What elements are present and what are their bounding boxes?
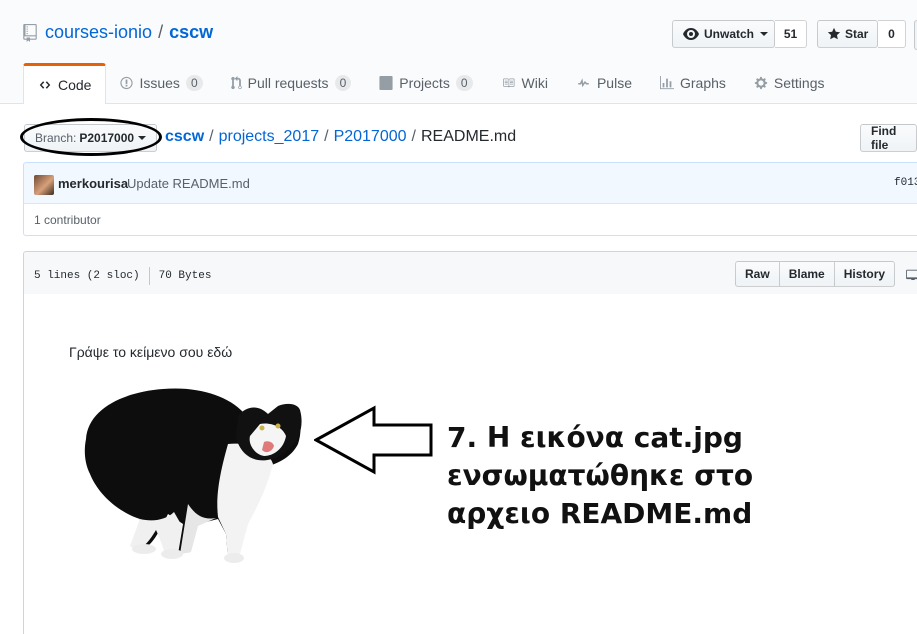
repo-header: courses-ionio / cscw Unwatch 51 Star 0 C… <box>0 0 917 104</box>
contributors-text[interactable]: 1 contributor <box>34 213 101 227</box>
branch-value: P2017000 <box>79 131 135 145</box>
chevron-down-icon <box>138 136 147 140</box>
file-info: 5 lines (2 sloc) 70 Bytes <box>34 267 211 285</box>
tab-pull-requests-count: 0 <box>334 75 352 91</box>
commit-author-link[interactable]: merkourisa <box>58 176 128 191</box>
tab-code[interactable]: Code <box>23 63 107 104</box>
breadcrumb-link-projects[interactable]: projects_2017 <box>219 128 320 145</box>
pulse-icon <box>578 78 589 88</box>
tab-wiki-label: Wiki <box>521 75 548 91</box>
book-icon <box>502 78 515 88</box>
cat-image <box>84 388 302 563</box>
avatar[interactable] <box>34 175 54 195</box>
breadcrumb: cscw / projects_2017/P2017000/README.md <box>165 128 516 146</box>
code-icon <box>39 81 51 89</box>
raw-button[interactable]: Raw <box>735 261 780 287</box>
tab-issues-count: 0 <box>185 75 203 91</box>
gear-icon <box>754 76 768 90</box>
file-info-divider <box>148 267 150 285</box>
repo-title-separator: / <box>158 22 164 42</box>
commit-sha-link[interactable]: f013 <box>894 177 917 189</box>
tab-graphs[interactable]: Graphs <box>646 63 740 103</box>
commit-message-link[interactable]: Update README.md <box>127 176 250 191</box>
latest-commit-bar: merkourisa Update README.md f013 <box>23 162 917 204</box>
tab-pulse[interactable]: Pulse <box>562 63 646 103</box>
project-icon <box>379 76 393 90</box>
issue-icon <box>120 76 134 90</box>
breadcrumb-separator: / <box>209 128 214 145</box>
pull-request-icon <box>230 76 242 90</box>
file-size: 70 Bytes <box>158 270 212 282</box>
tab-settings-label: Settings <box>773 75 825 91</box>
tab-projects[interactable]: Projects 0 <box>365 63 486 103</box>
stars-count[interactable]: 0 <box>878 20 906 48</box>
desktop-icon[interactable] <box>906 268 917 280</box>
star-icon <box>827 27 841 40</box>
breadcrumb-current-file: README.md <box>420 128 517 145</box>
tab-pull-requests-label: Pull requests <box>247 75 329 91</box>
graph-icon <box>659 76 674 90</box>
contributors-bar: 1 contributor <box>23 203 917 236</box>
readme-paragraph: Γράψε το κείμενο σου εδώ <box>69 344 233 360</box>
breadcrumb-separator: / <box>324 128 329 145</box>
branch-select-button[interactable]: Branch: P2017000 <box>24 124 158 152</box>
file-lines: 5 lines (2 sloc) <box>34 270 140 282</box>
repo-title: courses-ionio / cscw <box>23 22 213 43</box>
annotation-line: 7. Η εικόνα cat.jpg <box>447 421 743 454</box>
breadcrumb-root-link[interactable]: cscw <box>165 128 204 145</box>
repo-name-link[interactable]: cscw <box>169 22 213 43</box>
tab-settings[interactable]: Settings <box>740 63 839 103</box>
tab-graphs-label: Graphs <box>679 75 726 91</box>
tab-pulse-label: Pulse <box>596 75 632 91</box>
tab-wiki[interactable]: Wiki <box>487 63 562 103</box>
find-file-button[interactable]: Find file <box>860 124 917 152</box>
repo-owner-link[interactable]: courses-ionio <box>45 22 152 43</box>
file-actions: Raw Blame History <box>735 261 896 287</box>
tab-projects-count: 0 <box>455 75 473 91</box>
history-button[interactable]: History <box>833 261 896 287</box>
breadcrumb-link-folder[interactable]: P2017000 <box>334 128 407 145</box>
star-label: Star <box>845 27 869 41</box>
tab-issues-label: Issues <box>139 75 180 91</box>
annotation-line: αρχειο README.md <box>447 497 753 530</box>
watchers-count[interactable]: 51 <box>775 20 807 48</box>
chevron-down-icon <box>760 32 769 36</box>
tab-projects-label: Projects <box>399 75 450 91</box>
unwatch-button[interactable]: Unwatch <box>672 20 775 48</box>
annotation-text: 7. Η εικόνα cat.jpg ενσωματώθηκε στο αρχ… <box>447 419 917 533</box>
arrow-left-icon <box>314 405 433 475</box>
unwatch-label: Unwatch <box>704 27 755 41</box>
branch-label: Branch: <box>35 131 77 145</box>
repo-icon <box>23 23 37 42</box>
tab-pull-requests[interactable]: Pull requests 0 <box>217 63 366 103</box>
eye-icon <box>683 28 699 40</box>
annotation-line: ενσωματώθηκε στο <box>447 459 754 492</box>
blame-button[interactable]: Blame <box>778 261 835 287</box>
breadcrumb-separator: / <box>411 128 416 145</box>
repo-nav-tabs: Code Issues 0 Pull requests 0 Projects 0… <box>23 63 839 104</box>
tab-issues[interactable]: Issues 0 <box>106 63 216 103</box>
tab-code-label: Code <box>58 77 92 93</box>
file-header: 5 lines (2 sloc) 70 Bytes Raw Blame Hist… <box>23 251 917 295</box>
star-button[interactable]: Star <box>817 20 878 48</box>
